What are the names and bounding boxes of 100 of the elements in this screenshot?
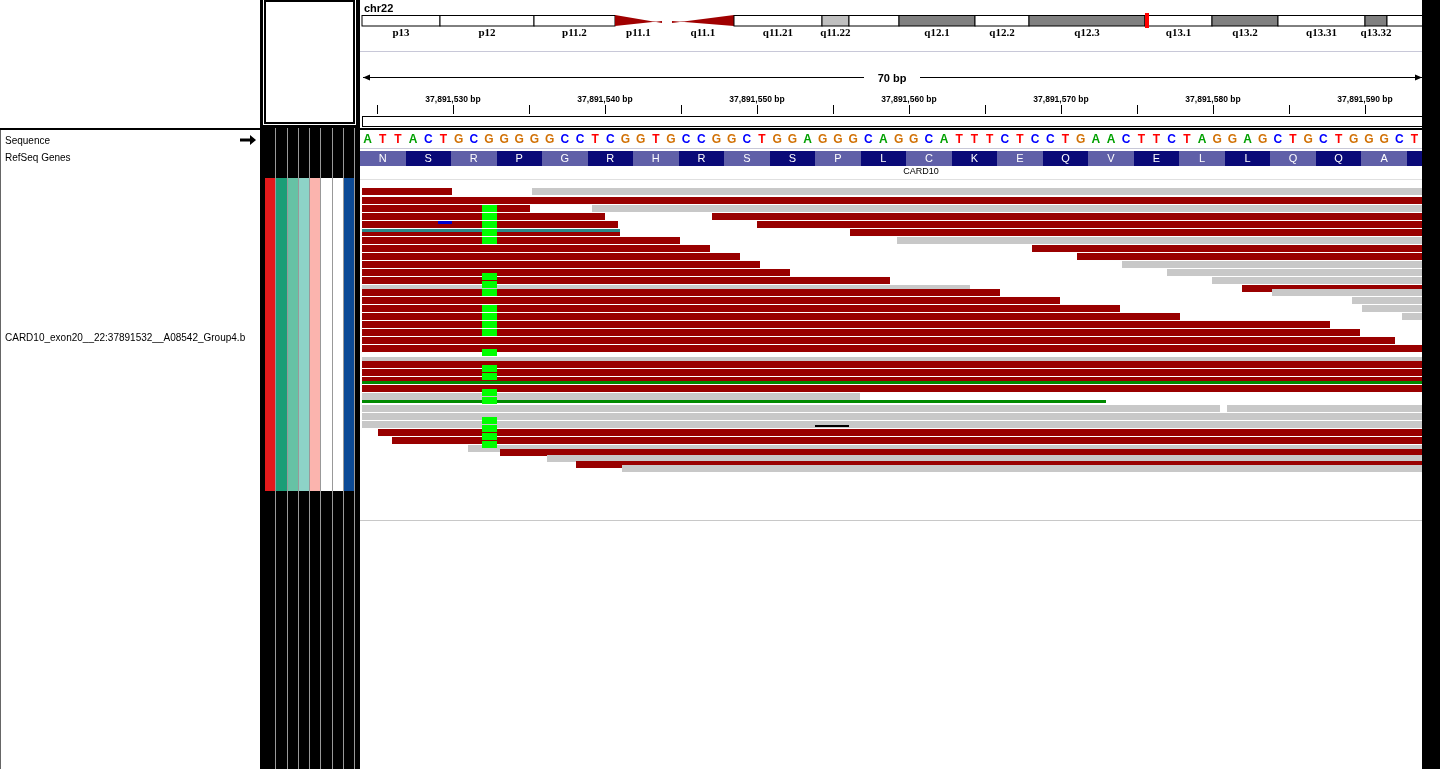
band-label: q13.2 xyxy=(1232,26,1258,38)
track-name: RefSeq Genes xyxy=(5,152,71,163)
band-label: q12.3 xyxy=(1074,26,1100,38)
base-letter: C xyxy=(680,131,692,148)
base-letter: A xyxy=(878,131,889,148)
base-letter: G xyxy=(817,131,829,148)
amino-acid: S xyxy=(724,151,770,166)
attribute-color-cell[interactable] xyxy=(276,178,287,491)
amino-acid: K xyxy=(951,151,998,166)
base-letter: A xyxy=(938,131,950,148)
base-letter: G xyxy=(847,131,859,148)
base-letter: T xyxy=(438,131,449,148)
base-letter: A xyxy=(1242,131,1253,148)
amino-acid: E xyxy=(1133,151,1180,166)
ruler-tick-label: 37,891,570 bp xyxy=(1033,94,1089,104)
amino-acid: V xyxy=(1088,151,1134,166)
band-label: p13 xyxy=(392,26,410,38)
ruler-tick-label: 37,891,530 bp xyxy=(425,94,481,104)
base-letter: G xyxy=(513,131,525,148)
base-letter: C xyxy=(1272,131,1284,148)
band-label: q11.22 xyxy=(820,26,851,38)
amino-acid: H xyxy=(633,151,679,166)
attribute-color-cell[interactable] xyxy=(343,178,354,491)
base-letter: T xyxy=(1015,131,1025,148)
amino-acid: Q xyxy=(1270,151,1316,166)
ruler-tick-label: 37,891,590 bp xyxy=(1337,94,1393,104)
gene-name: CARD10 xyxy=(903,166,939,178)
base-letter: G xyxy=(1257,131,1269,148)
base-letter: T xyxy=(757,131,767,148)
span-length: 70 bp xyxy=(877,72,907,84)
amino-acid: A xyxy=(1361,151,1407,166)
amino-acid: R xyxy=(451,151,497,166)
attribute-color-cell[interactable] xyxy=(321,178,332,491)
band-label: p11.2 xyxy=(562,26,587,38)
amino-acid: E xyxy=(997,151,1043,166)
band-label: q13.1 xyxy=(1165,26,1192,38)
base-letter: T xyxy=(1136,131,1146,148)
base-letter: T xyxy=(954,131,964,148)
track-name: Sequence xyxy=(5,134,51,146)
base-letter: T xyxy=(969,131,980,148)
amino-acid: R xyxy=(678,151,725,166)
base-letter: C xyxy=(468,131,480,148)
base-letter: A xyxy=(362,131,373,148)
ruler-tick-label: 37,891,560 bp xyxy=(881,94,937,104)
base-letter: G xyxy=(786,131,799,148)
attribute-color-cell[interactable] xyxy=(287,178,298,491)
ruler-tick-label: 37,891,550 bp xyxy=(729,94,785,104)
attribute-color-cell[interactable] xyxy=(298,178,309,491)
base-letter: T xyxy=(378,131,388,148)
track-name: CARD10_exon20__22:37891532__A08542_Group4.b xyxy=(5,331,246,343)
base-letter: C xyxy=(1166,131,1177,148)
base-letter: A xyxy=(1196,131,1208,148)
band-label: q13.31 xyxy=(1306,26,1337,38)
base-letter: G xyxy=(1226,131,1238,148)
amino-acid: C xyxy=(906,151,952,166)
base-letter: C xyxy=(559,131,571,148)
base-letter: G xyxy=(1302,131,1314,148)
amino-acid: L xyxy=(1224,151,1271,166)
chromosome-ideogram[interactable] xyxy=(361,13,1422,28)
attribute-color-cell[interactable] xyxy=(265,178,276,491)
chromosome-name[interactable]: chr22 xyxy=(364,2,394,14)
base-letter: T xyxy=(1409,131,1420,148)
amino-acid: P xyxy=(496,151,543,166)
amino-acid: L xyxy=(1179,151,1225,166)
band-label: q12.2 xyxy=(989,26,1015,38)
base-letter: T xyxy=(1151,131,1162,148)
base-letter: G xyxy=(498,131,510,148)
attribute-color-cell[interactable] xyxy=(310,178,321,491)
amino-acid: P xyxy=(815,151,861,166)
base-letter: G xyxy=(1348,131,1360,148)
amino-acid: G xyxy=(542,151,588,166)
strand-arrow-icon[interactable] xyxy=(240,135,256,145)
base-letter: G xyxy=(726,131,738,148)
amino-acid: R xyxy=(587,151,634,166)
base-letter: C xyxy=(696,131,707,148)
base-letter: T xyxy=(651,131,661,148)
base-letter: T xyxy=(1182,131,1192,148)
base-letter: G xyxy=(1211,131,1223,148)
base-letter: C xyxy=(923,131,935,148)
base-letter: C xyxy=(422,131,434,148)
band-label: q13.32 xyxy=(1360,26,1392,38)
base-letter: G xyxy=(832,131,844,148)
base-letter: G xyxy=(1074,131,1087,148)
base-letter: G xyxy=(1363,131,1375,148)
base-letter: C xyxy=(999,131,1011,148)
base-letter: G xyxy=(1378,131,1390,148)
amino-acid: Q xyxy=(1315,151,1362,166)
base-letter: A xyxy=(1105,131,1117,148)
base-letter: A xyxy=(1090,131,1102,148)
band-label: q11.1 xyxy=(690,26,716,38)
attribute-color-cell[interactable] xyxy=(332,178,343,491)
base-letter: C xyxy=(1044,131,1056,148)
base-letter: G xyxy=(908,131,920,148)
base-letter: C xyxy=(1120,131,1132,148)
amino-acid: S xyxy=(769,151,816,166)
ruler-tick-label: 37,891,580 bp xyxy=(1185,94,1241,104)
base-letter: T xyxy=(590,131,600,148)
base-letter: G xyxy=(452,131,465,148)
band-label: q11.21 xyxy=(762,26,794,38)
base-letter: G xyxy=(710,131,723,148)
